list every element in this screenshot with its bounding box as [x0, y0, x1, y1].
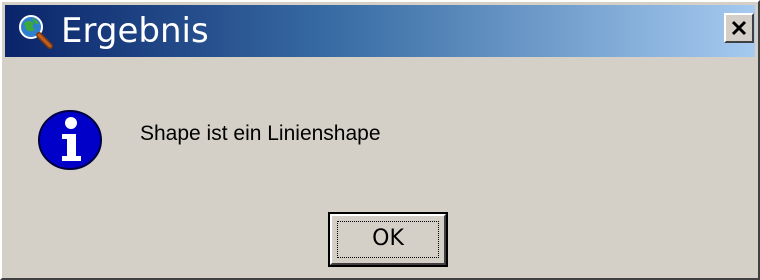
ok-button-label: OK — [372, 226, 404, 251]
info-icon — [36, 108, 104, 172]
close-x-icon — [731, 20, 747, 36]
window-title: Ergebnis — [61, 11, 209, 51]
message-text: Shape ist ein Linienshape — [140, 122, 381, 145]
message-dialog: Ergebnis Shape ist ein Linienshape OK — [0, 0, 760, 280]
ok-button[interactable]: OK — [328, 212, 448, 267]
magnifier-globe-icon — [17, 13, 55, 51]
close-button[interactable] — [724, 13, 754, 43]
title-bar[interactable]: Ergebnis — [5, 5, 755, 57]
